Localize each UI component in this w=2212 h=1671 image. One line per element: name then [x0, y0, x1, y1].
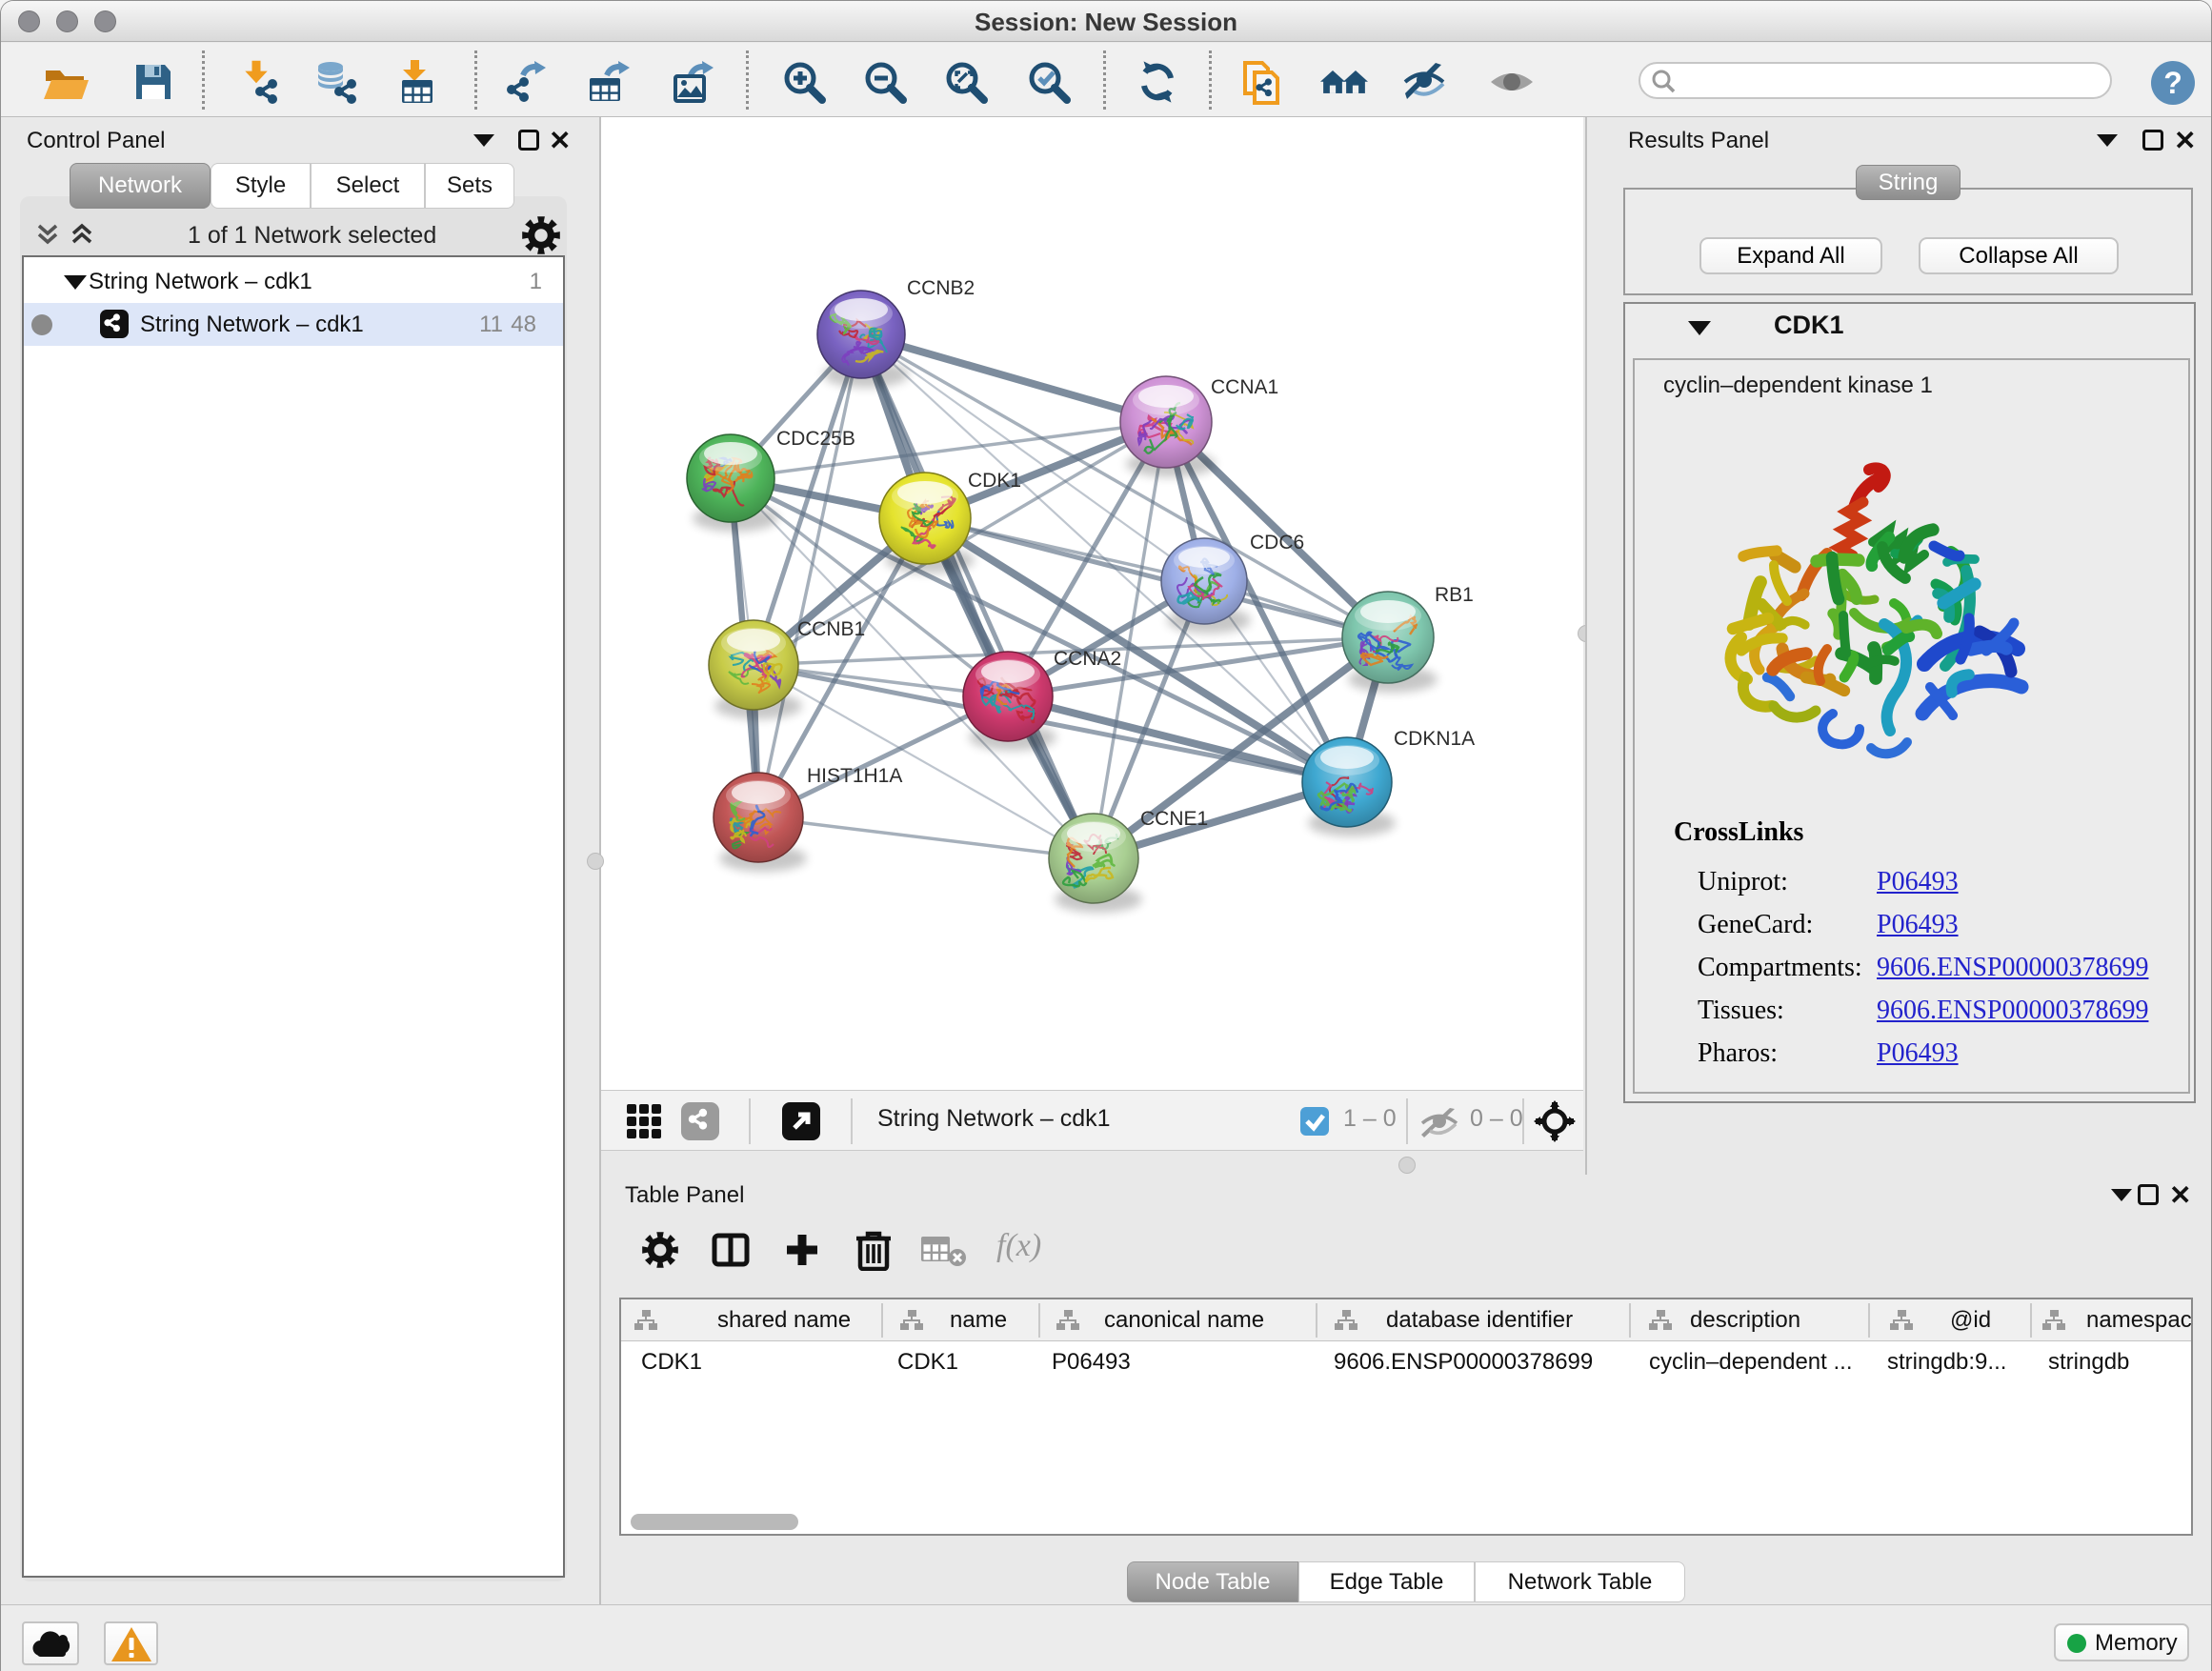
svg-text:CDK1: CDK1 [968, 470, 1021, 492]
svg-text:CCNE1: CCNE1 [1140, 808, 1208, 830]
svg-text:CCNB1: CCNB1 [797, 618, 865, 640]
svg-text:HIST1H1A: HIST1H1A [807, 765, 902, 787]
svg-text:CDC6: CDC6 [1250, 532, 1304, 554]
svg-text:CCNA2: CCNA2 [1054, 648, 1121, 670]
svg-text:RB1: RB1 [1435, 584, 1474, 606]
svg-text:CCNA1: CCNA1 [1211, 376, 1278, 398]
svg-text:CCNB2: CCNB2 [907, 277, 975, 299]
svg-text:CDKN1A: CDKN1A [1394, 728, 1475, 750]
svg-text:?: ? [2163, 66, 2182, 100]
svg-text:CDC25B: CDC25B [776, 428, 855, 450]
